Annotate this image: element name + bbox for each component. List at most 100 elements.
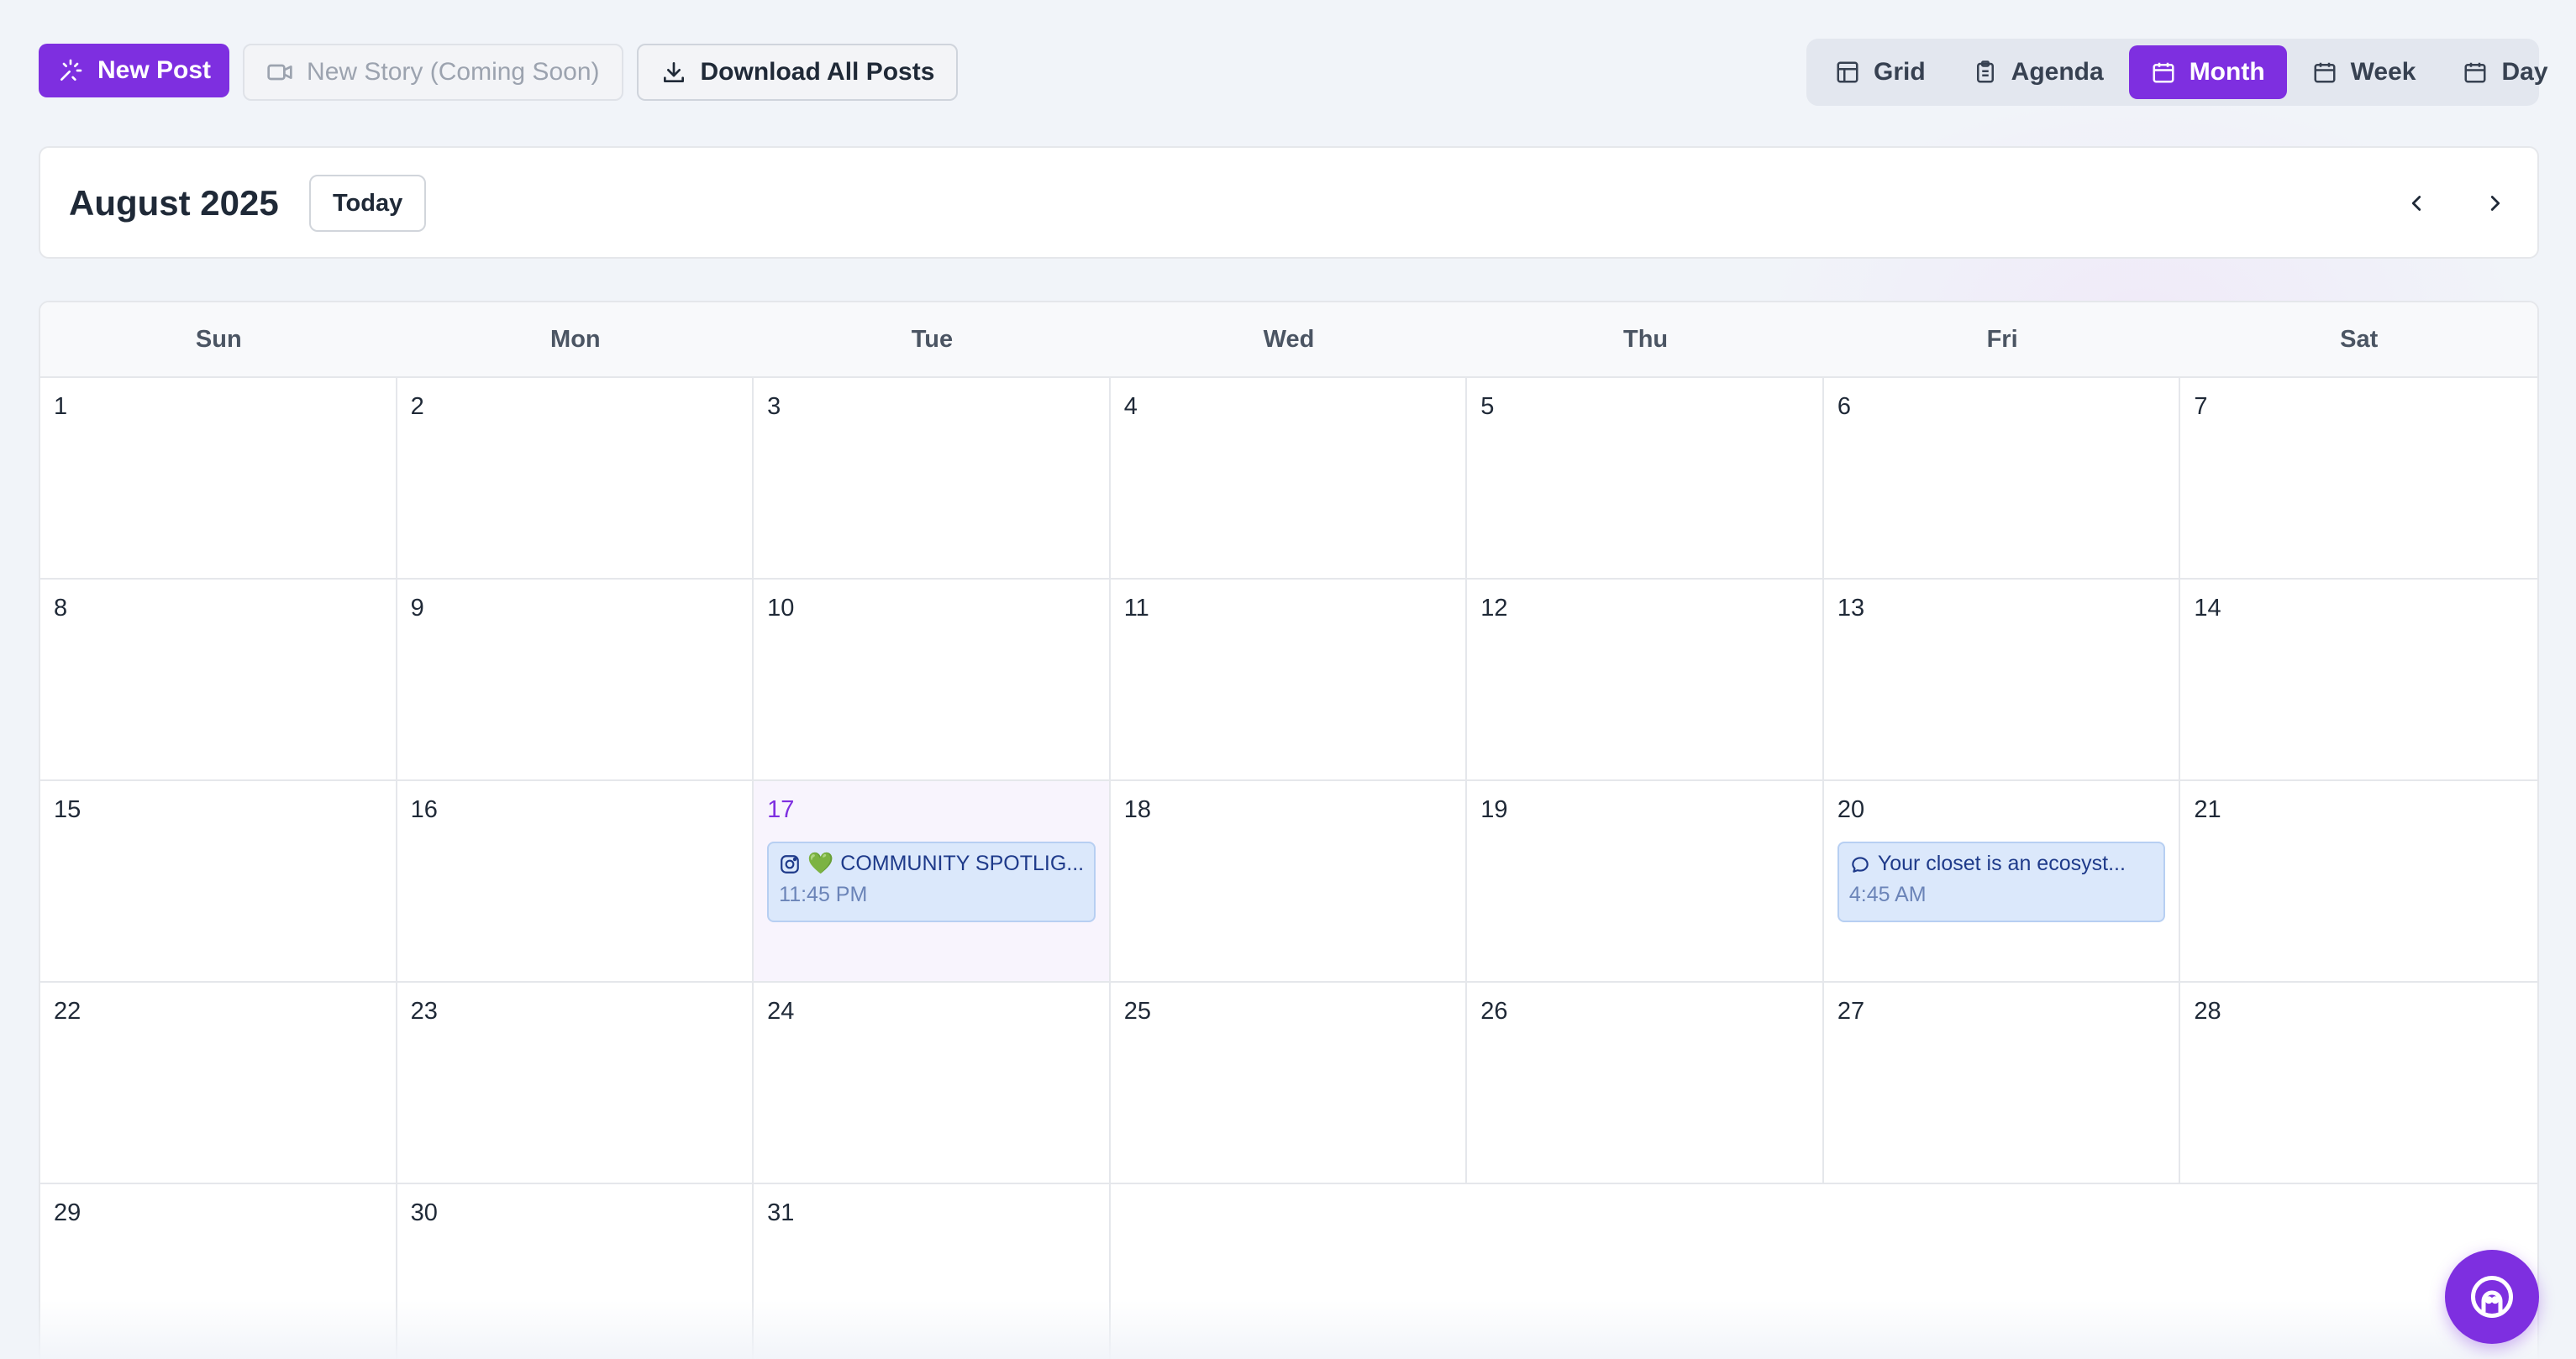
day-cell[interactable]: 26 — [1467, 983, 1824, 1184]
view-day-tab[interactable]: Day — [2441, 45, 2569, 99]
download-all-label: Download All Posts — [700, 58, 935, 86]
day-cell[interactable]: 18 — [1110, 781, 1468, 983]
instagram-icon — [781, 854, 799, 874]
day-number: 14 — [2194, 595, 2221, 622]
day-number: 2 — [410, 393, 424, 420]
event-card[interactable]: Your closet is an ecosyst... 4:45 AM — [1837, 842, 2166, 922]
download-icon — [663, 62, 684, 82]
day-cell[interactable]: 8 — [40, 580, 397, 781]
day-cell[interactable]: 22 — [40, 983, 397, 1184]
day-cell[interactable]: 7 — [2180, 378, 2537, 580]
next-month-button[interactable] — [2477, 185, 2514, 222]
chevron-left-icon — [2411, 196, 2421, 211]
day-number: 5 — [1480, 393, 1495, 420]
grid-icon — [1837, 61, 1858, 83]
weekday-header: Fri — [1986, 325, 2018, 353]
day-number: 11 — [1123, 595, 1149, 622]
assistant-face-icon — [2471, 1276, 2513, 1318]
day-cell[interactable]: 4 — [1110, 378, 1468, 580]
new-post-button[interactable]: New Post — [39, 44, 230, 97]
day-cell[interactable]: 16 — [397, 781, 754, 983]
day-cell[interactable]: 3 — [754, 378, 1111, 580]
new-story-button: New Story (Coming Soon) — [243, 44, 623, 101]
day-cell[interactable]: 15 — [40, 781, 397, 983]
day-number: 31 — [767, 1199, 795, 1226]
day-cell[interactable]: 10 — [754, 580, 1111, 781]
day-cell[interactable]: 1 — [40, 378, 397, 580]
event-time: 11:45 PM — [779, 883, 868, 906]
day-number: 30 — [410, 1199, 438, 1226]
download-all-posts-button[interactable]: Download All Posts — [636, 44, 959, 101]
day-cell[interactable]: 12 — [1467, 580, 1824, 781]
weekday-header: Sun — [195, 325, 242, 353]
action-toolbar: New Post New Story (Coming Soon) Downloa… — [39, 44, 959, 101]
event-time: 4:45 AM — [1848, 883, 1927, 906]
day-cell[interactable]: 31 — [754, 1184, 1111, 1359]
day-cell[interactable]: 23 — [397, 983, 754, 1184]
day-number: 24 — [767, 998, 795, 1025]
day-cell[interactable]: 28 — [2180, 983, 2537, 1184]
day-number: 20 — [1837, 796, 1865, 823]
view-month-tab[interactable]: Month — [2128, 45, 2287, 99]
day-cell[interactable]: 29 — [40, 1184, 397, 1359]
day-number: 7 — [2194, 393, 2208, 420]
day-cell[interactable]: 5 — [1467, 378, 1824, 580]
calendar-icon — [2464, 62, 2486, 83]
view-grid-tab[interactable]: Grid — [1813, 45, 1948, 99]
event-title-row: Your closet is an ecosyst... — [1849, 852, 2154, 876]
new-post-label: New Post — [97, 56, 212, 84]
day-number: 12 — [1480, 595, 1508, 622]
day-number: 16 — [410, 796, 438, 823]
view-grid-label: Grid — [1874, 58, 1926, 86]
previous-month-button[interactable] — [2398, 185, 2435, 222]
day-cell[interactable]: 14 — [2180, 580, 2537, 781]
event-title: Your closet is an ecosyst... — [1877, 852, 2126, 875]
day-cell[interactable]: 25 — [1110, 983, 1468, 1184]
day-number: 3 — [767, 393, 781, 420]
clipboard-icon — [1976, 60, 1994, 83]
day-cell[interactable]: 2 — [397, 378, 754, 580]
day-number: 19 — [1480, 796, 1508, 823]
weekday-header: Wed — [1263, 325, 1315, 353]
day-grid: 1 2 3 4 5 6 7 8 9 10 11 12 13 14 15 16 1… — [40, 378, 2537, 1359]
day-number: 6 — [1837, 393, 1851, 420]
view-agenda-tab[interactable]: Agenda — [1951, 45, 2126, 99]
day-cell[interactable]: 9 — [397, 580, 754, 781]
day-number: 17 — [767, 796, 795, 823]
view-week-tab[interactable]: Week — [2290, 45, 2438, 99]
day-number: 1 — [54, 393, 68, 420]
sparkle-pen-icon — [60, 59, 82, 81]
day-number: 13 — [1837, 595, 1865, 622]
new-story-label: New Story (Coming Soon) — [307, 58, 600, 86]
day-cell[interactable]: 24 — [754, 983, 1111, 1184]
event-card[interactable]: 💚 COMMUNITY SPOTLIG... 11:45 PM — [767, 842, 1096, 922]
day-cell[interactable]: 21 — [2180, 781, 2537, 983]
day-cell[interactable]: 19 — [1467, 781, 1824, 983]
weekday-header: Mon — [550, 325, 601, 353]
day-number: 25 — [1123, 998, 1151, 1025]
month-header: August 2025 Today — [39, 146, 2539, 259]
day-cell[interactable]: 30 — [397, 1184, 754, 1359]
assistant-button[interactable] — [2445, 1250, 2539, 1344]
weekday-header: Tue — [911, 325, 954, 353]
chat-bubble-icon — [1852, 856, 1869, 873]
day-cell[interactable]: 11 — [1110, 580, 1468, 781]
view-month-label: Month — [2189, 58, 2265, 86]
day-cell-today[interactable]: 17 💚 COMMUNITY SPOTLIG... 11:45 PM — [754, 781, 1111, 983]
day-cell[interactable]: 6 — [1823, 378, 2181, 580]
event-title-row: 💚 COMMUNITY SPOTLIG... — [779, 852, 1084, 876]
view-week-label: Week — [2350, 58, 2416, 86]
empty-cell — [1110, 1184, 2537, 1359]
calendar-icon — [2153, 62, 2174, 83]
day-number: 15 — [54, 796, 81, 823]
month-calendar: Sun Mon Tue Wed Thu Fri Sat 1 2 3 4 5 6 … — [39, 301, 2539, 1359]
day-number: 4 — [1123, 393, 1138, 420]
day-cell[interactable]: 13 — [1823, 580, 2181, 781]
day-cell[interactable]: 27 — [1823, 983, 2181, 1184]
day-number: 18 — [1123, 796, 1151, 823]
day-number: 9 — [410, 595, 424, 622]
day-cell[interactable]: 20 Your closet is an ecosyst... 4:45 AM — [1823, 781, 2181, 983]
weekday-header: Sat — [2340, 325, 2379, 353]
weekday-header: Thu — [1622, 325, 1669, 353]
today-button[interactable]: Today — [309, 175, 427, 232]
